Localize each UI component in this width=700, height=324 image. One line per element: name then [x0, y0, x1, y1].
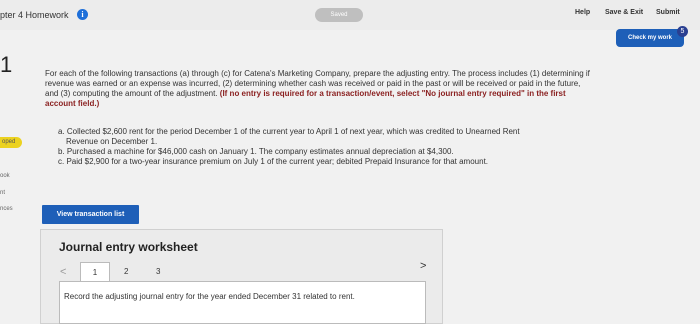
view-transaction-list-button[interactable]: View transaction list: [42, 205, 139, 224]
worksheet-prompt: Record the adjusting journal entry for t…: [64, 292, 355, 301]
check-attempts-badge: 5: [677, 26, 688, 37]
chevron-right-icon[interactable]: >: [420, 260, 426, 272]
info-icon[interactable]: i: [77, 9, 88, 20]
transaction-c: c. Paid $2,900 for a two-year insurance …: [58, 157, 489, 166]
worksheet-title: Journal entry worksheet: [59, 240, 198, 254]
assignment-title: pter 4 Homework: [0, 10, 69, 20]
instructions: For each of the following transactions (…: [45, 69, 590, 109]
help-button[interactable]: Help: [575, 9, 590, 16]
chevron-left-icon[interactable]: <: [60, 266, 66, 278]
worksheet-tab-2[interactable]: 2: [124, 267, 128, 276]
transaction-a: a. Collected $2,600 rent for the period …: [58, 127, 603, 147]
save-exit-button[interactable]: Save & Exit: [605, 9, 643, 16]
sidebar-link-references[interactable]: nces: [0, 206, 13, 212]
transaction-a-line2: Revenue on December 1.: [66, 137, 158, 146]
worksheet-tab-panel: [59, 281, 426, 324]
transaction-b: b. Purchased a machine for $46,000 cash …: [58, 147, 454, 156]
saved-status: Saved: [315, 8, 363, 22]
worksheet-tab-1[interactable]: 1: [80, 262, 110, 281]
sidebar-link-print[interactable]: nt: [0, 190, 5, 196]
transaction-list: a. Collected $2,600 rent for the period …: [58, 127, 603, 167]
transaction-a-line1: a. Collected $2,600 rent for the period …: [58, 127, 520, 136]
submit-button[interactable]: Submit: [656, 9, 680, 16]
sidebar-link-ebook[interactable]: ook: [0, 173, 10, 179]
check-my-work-button[interactable]: Check my work: [616, 29, 684, 47]
question-number: 1: [0, 52, 13, 77]
sidebar-badge[interactable]: oped: [0, 137, 22, 148]
worksheet-tab-3[interactable]: 3: [156, 267, 160, 276]
